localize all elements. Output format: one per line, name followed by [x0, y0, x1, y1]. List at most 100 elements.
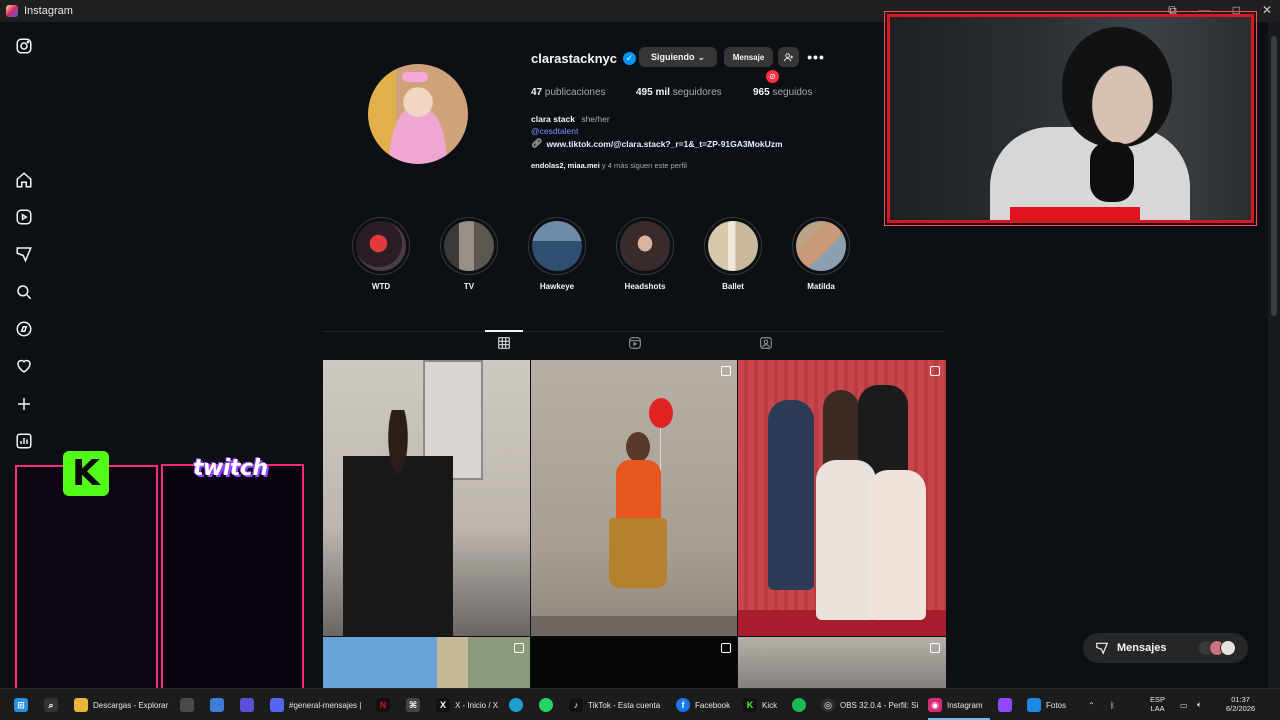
highlight-hawkeye[interactable]: Hawkeye: [527, 217, 587, 291]
reels-icon[interactable]: [12, 205, 36, 229]
network-icon: ▭: [1180, 700, 1188, 710]
avatar: [1220, 640, 1236, 656]
search-icon[interactable]: [12, 280, 36, 304]
dashboard-icon[interactable]: [12, 429, 36, 453]
highlight-label: WTD: [371, 282, 391, 291]
taskbar-item-instagram[interactable]: ◉ Instagram: [928, 695, 983, 715]
taskbar-item-label: OBS 32.0.4 - Perfil: Si: [840, 700, 919, 710]
highlight-cover: [532, 221, 582, 271]
taskbar-item-discord[interactable]: #general-mensajes |: [270, 695, 361, 715]
taskbar-item-edge[interactable]: [509, 695, 523, 715]
taskbar-item-app[interactable]: [180, 695, 194, 715]
highlight-cover: [708, 221, 758, 271]
taskbar-item-app[interactable]: [240, 695, 254, 715]
taskbar-item-app[interactable]: [210, 695, 224, 715]
highlight-wtd[interactable]: WTD: [351, 217, 411, 291]
taskbar-item-kick[interactable]: K Kick: [743, 695, 777, 715]
taskbar-item-tiktok[interactable]: ♪ TikTok - Esta cuenta: [569, 695, 660, 715]
bio-external-link[interactable]: 🔗︎ www.tiktok.com/@clara.stack?_r=1&_t=Z…: [531, 138, 783, 149]
profile-avatar[interactable]: [368, 64, 468, 164]
post-thumbnail[interactable]: [531, 360, 737, 636]
tiktok-icon: ♪: [569, 698, 583, 712]
highlight-label: TV: [463, 282, 475, 291]
kick-logo: K: [63, 451, 109, 496]
message-button[interactable]: Mensaje: [724, 47, 773, 67]
scrollbar-thumb[interactable]: [1271, 36, 1277, 316]
highlight-tv[interactable]: TV: [439, 217, 499, 291]
explore-icon[interactable]: [12, 317, 36, 341]
tagged-icon: [760, 337, 772, 349]
followed-by-text[interactable]: endolas2, miaa.mei y 4 más siguen este p…: [531, 161, 687, 170]
post-thumbnail[interactable]: [738, 637, 946, 688]
more-options-icon[interactable]: •••: [807, 49, 825, 65]
messages-button[interactable]: Mensajes: [1083, 633, 1248, 663]
taskbar-item-x[interactable]: X X - Inicio / X: [436, 695, 498, 715]
taskbar-item-search[interactable]: ⌕: [44, 695, 58, 715]
post-image-subject: [868, 470, 926, 620]
taskbar-item-obs[interactable]: ◎ OBS 32.0.4 - Perfil: Si: [821, 695, 918, 715]
whatsapp-icon: [539, 698, 553, 712]
post-thumbnail[interactable]: [323, 637, 530, 688]
bio-full-name: clara stack: [531, 114, 575, 124]
microphone: [1090, 142, 1134, 202]
home-icon[interactable]: [12, 168, 36, 192]
language-code: ESP: [1150, 695, 1166, 704]
post-image: [531, 616, 737, 636]
tray-app-icon[interactable]: ᛒ: [1110, 695, 1115, 715]
reels-tab[interactable]: [627, 335, 643, 351]
highlight-ring: [792, 217, 850, 275]
page-scrollbar[interactable]: [1268, 22, 1280, 688]
create-plus-icon[interactable]: [12, 392, 36, 416]
clock-date: 6/2/2026: [1226, 704, 1256, 713]
start-button[interactable]: ⊞: [14, 695, 28, 715]
suggested-users-button[interactable]: [778, 47, 799, 67]
taskbar-item-app[interactable]: ⌘: [406, 695, 420, 715]
link-icon: 🔗︎: [531, 138, 543, 148]
taskbar-item-label: Instagram: [947, 700, 983, 710]
instagram-logo-icon[interactable]: [12, 34, 36, 58]
highlight-headshots[interactable]: Headshots: [615, 217, 675, 291]
volume-button[interactable]: 🔈︎: [1197, 695, 1202, 715]
photos-icon: [1027, 698, 1041, 712]
taskbar-item-whatsapp[interactable]: [539, 695, 553, 715]
input-language[interactable]: ESP LAA: [1150, 695, 1165, 713]
twitch-chat-panel: [161, 464, 304, 703]
close-button[interactable]: ✕: [1262, 3, 1272, 18]
post-thumbnail[interactable]: [323, 360, 530, 636]
taskbar-item-twitch[interactable]: [998, 695, 1012, 715]
followers-label: seguidores: [672, 87, 722, 98]
show-hidden-icons-button[interactable]: ⌃: [1088, 695, 1095, 715]
netflix-icon: N: [376, 698, 390, 712]
webcam-red-bar: [1010, 207, 1140, 220]
highlight-ring: [352, 217, 410, 275]
tagged-tab[interactable]: [758, 335, 774, 351]
highlight-label: Ballet: [722, 282, 744, 291]
followers-stat[interactable]: 495 mil seguidores: [636, 87, 722, 98]
post-thumbnail[interactable]: [531, 637, 737, 688]
taskbar-item-netflix[interactable]: N: [376, 695, 390, 715]
facebook-icon: f: [676, 698, 690, 712]
grid-icon: [498, 337, 510, 349]
following-button[interactable]: Siguiendo ⌄: [639, 47, 717, 67]
followed-by-suffix: y 4 más siguen este perfil: [601, 161, 687, 170]
taskbar-item-explorer[interactable]: Descargas - Explorar: [74, 695, 168, 715]
highlight-ring: [440, 217, 498, 275]
posts-grid-tab[interactable]: [496, 335, 512, 351]
post-thumbnail[interactable]: [738, 360, 946, 636]
highlight-matilda[interactable]: Matilda: [791, 217, 851, 291]
direct-icon[interactable]: [12, 242, 36, 266]
taskbar-item-facebook[interactable]: f Facebook: [676, 695, 730, 715]
post-image-subject: [626, 432, 650, 462]
taskbar-item-spotify[interactable]: [792, 695, 806, 715]
highlight-label: Headshots: [624, 282, 666, 291]
following-stat[interactable]: 965 seguidos: [753, 87, 813, 98]
bio-mention-link[interactable]: @cesdtalent: [531, 126, 578, 136]
taskbar-item-photos[interactable]: Fotos: [1027, 695, 1066, 715]
network-button[interactable]: ▭: [1180, 695, 1188, 715]
twitch-icon: [998, 698, 1012, 712]
notifications-heart-icon[interactable]: [12, 354, 36, 378]
following-label: seguidos: [772, 87, 813, 98]
kick-icon: K: [743, 698, 757, 712]
highlight-ballet[interactable]: Ballet: [703, 217, 763, 291]
clock[interactable]: 01:37 6/2/2026: [1226, 695, 1255, 713]
